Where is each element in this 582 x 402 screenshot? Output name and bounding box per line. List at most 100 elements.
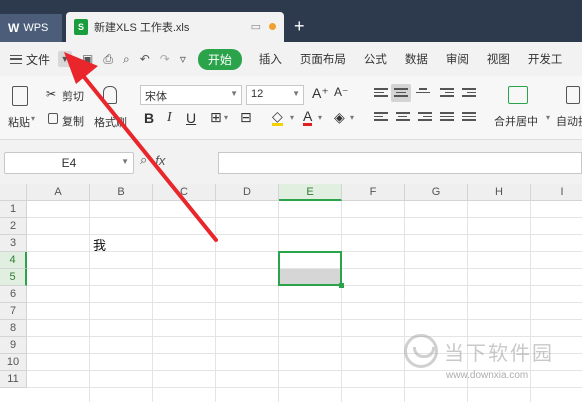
bold-icon[interactable]: B (144, 110, 154, 126)
font-size-chevron-icon: ▼ (292, 89, 300, 98)
align-top-icon[interactable] (374, 88, 388, 100)
wps-home-tab[interactable]: W WPS (0, 14, 62, 42)
align-middle-icon[interactable] (394, 88, 408, 100)
cut-label[interactable]: 剪切 (62, 88, 84, 104)
paste-icon[interactable] (12, 86, 28, 106)
decrease-font-icon[interactable]: A⁻ (334, 85, 348, 99)
redo-icon[interactable]: ↷ (160, 52, 170, 67)
tab-page-layout[interactable]: 页面布局 (291, 51, 355, 67)
row-header-5[interactable]: 5 (0, 269, 27, 286)
window-restore-icon[interactable]: ▭ (251, 20, 261, 33)
wrap-text-label[interactable]: 自动换 (556, 113, 582, 129)
row-header-11[interactable]: 11 (0, 371, 27, 388)
increase-font-icon[interactable]: A⁺ (312, 85, 329, 102)
formula-input[interactable] (218, 152, 582, 174)
column-header-a[interactable]: A (27, 184, 90, 201)
wrap-text-icon[interactable] (566, 86, 580, 104)
tab-review[interactable]: 审阅 (437, 51, 478, 67)
font-color-dropdown-icon[interactable]: ▾ (318, 113, 322, 122)
scissors-icon[interactable]: ✂ (46, 87, 56, 101)
font-name-select[interactable]: 宋体 ▼ (140, 85, 242, 105)
cell-b3[interactable]: 我 (93, 235, 106, 254)
wps-logo-icon: W (8, 21, 20, 35)
tab-data[interactable]: 数据 (396, 51, 437, 67)
select-all-corner[interactable] (0, 184, 27, 201)
column-header-c[interactable]: C (153, 184, 216, 201)
file-menu[interactable]: 文件 ▼ (10, 51, 73, 68)
fill-color-icon[interactable]: ◇ (272, 109, 283, 126)
font-color-icon[interactable]: A (303, 109, 313, 126)
font-size-select[interactable]: 12 ▼ (246, 85, 304, 105)
document-tab[interactable]: S 新建XLS 工作表.xls ▭ (66, 12, 284, 42)
border-dropdown-icon[interactable]: ▾ (224, 113, 228, 122)
tab-developer[interactable]: 开发工 (519, 51, 572, 67)
row-header-9[interactable]: 9 (0, 337, 27, 354)
save-icon[interactable]: ▣ (82, 52, 93, 67)
fill-handle[interactable] (339, 283, 344, 288)
column-header-b[interactable]: B (90, 184, 153, 201)
indent-decrease-icon[interactable] (440, 88, 454, 100)
row-gridline (27, 387, 582, 388)
print-icon[interactable]: ⎙ (103, 52, 113, 67)
new-tab-button[interactable]: + (294, 16, 305, 37)
align-center-icon[interactable] (396, 112, 410, 124)
row-header-7[interactable]: 7 (0, 303, 27, 320)
clear-format-icon[interactable]: ◈ (334, 109, 345, 126)
row-header-1[interactable]: 1 (0, 201, 27, 218)
row-header-6[interactable]: 6 (0, 286, 27, 303)
row-header-2[interactable]: 2 (0, 218, 27, 235)
distribute-icon[interactable] (462, 112, 476, 124)
paste-label[interactable]: 粘贴 (8, 114, 30, 130)
align-bottom-icon[interactable] (416, 88, 430, 100)
row-header-10[interactable]: 10 (0, 354, 27, 371)
merge-center-icon[interactable] (508, 86, 528, 104)
row-gridline (27, 319, 582, 320)
name-box-chevron-icon: ▼ (121, 157, 129, 166)
border-icon[interactable]: ⊞ (210, 109, 222, 126)
merge-center-label[interactable]: 合并居中 (494, 113, 538, 129)
menu-bar: 文件 ▼ ▣ ⎙ ⌕ ↶ ↷ ▿ 开始 插入 页面布局 公式 数据 审阅 视图 … (0, 42, 582, 76)
column-header-g[interactable]: G (405, 184, 468, 201)
italic-icon[interactable]: I (167, 110, 172, 126)
column-header-i[interactable]: I (531, 184, 582, 201)
format-painter-label[interactable]: 格式刷 (94, 114, 127, 130)
column-header-h[interactable]: H (468, 184, 531, 201)
file-menu-label: 文件 (26, 52, 51, 67)
quick-access-toolbar: ▣ ⎙ ⌕ ↶ ↷ ▿ (82, 52, 186, 67)
selected-range[interactable] (278, 251, 342, 286)
copy-icon[interactable] (48, 113, 58, 124)
row-header-3[interactable]: 3 (0, 235, 27, 252)
column-header-e[interactable]: E (279, 184, 342, 201)
column-header-d[interactable]: D (216, 184, 279, 201)
tab-view[interactable]: 视图 (478, 51, 519, 67)
format-painter-icon[interactable] (103, 86, 117, 104)
zoom-search-icon[interactable]: ⌕ (140, 152, 147, 168)
align-right-icon[interactable] (418, 112, 432, 124)
tab-start[interactable]: 开始 (197, 48, 242, 70)
underline-icon[interactable]: U (186, 110, 196, 126)
print-preview-icon[interactable]: ⌕ (123, 52, 130, 67)
paste-dropdown-icon[interactable]: ▾ (31, 114, 35, 123)
row-header-4[interactable]: 4 (0, 252, 27, 269)
watermark-url: www.downxia.com (446, 370, 529, 381)
column-header-f[interactable]: F (342, 184, 405, 201)
formula-bar: E4 ▼ ⌕ fx (0, 140, 582, 184)
document-tab-label: 新建XLS 工作表.xls (94, 22, 190, 34)
merge-border-icon[interactable]: ⊟ (240, 109, 252, 126)
copy-label[interactable]: 复制 (62, 113, 84, 129)
chevron-down-icon[interactable]: ▼ (58, 51, 73, 67)
fx-icon[interactable]: fx (155, 153, 165, 168)
fill-color-dropdown-icon[interactable]: ▾ (290, 113, 294, 122)
tab-insert[interactable]: 插入 (250, 51, 291, 67)
justify-icon[interactable] (440, 112, 454, 124)
clear-dropdown-icon[interactable]: ▾ (350, 113, 354, 122)
align-left-icon[interactable] (374, 112, 388, 124)
indent-increase-icon[interactable] (462, 88, 476, 100)
merge-dropdown-icon[interactable]: ▾ (546, 113, 550, 122)
undo-icon[interactable]: ↶ (140, 52, 150, 67)
name-box[interactable]: E4 ▼ (4, 152, 134, 174)
row-header-8[interactable]: 8 (0, 320, 27, 337)
tab-formulas[interactable]: 公式 (355, 51, 396, 67)
customize-chevron-icon[interactable]: ▿ (180, 52, 186, 67)
wps-tab-label: WPS (23, 22, 49, 34)
